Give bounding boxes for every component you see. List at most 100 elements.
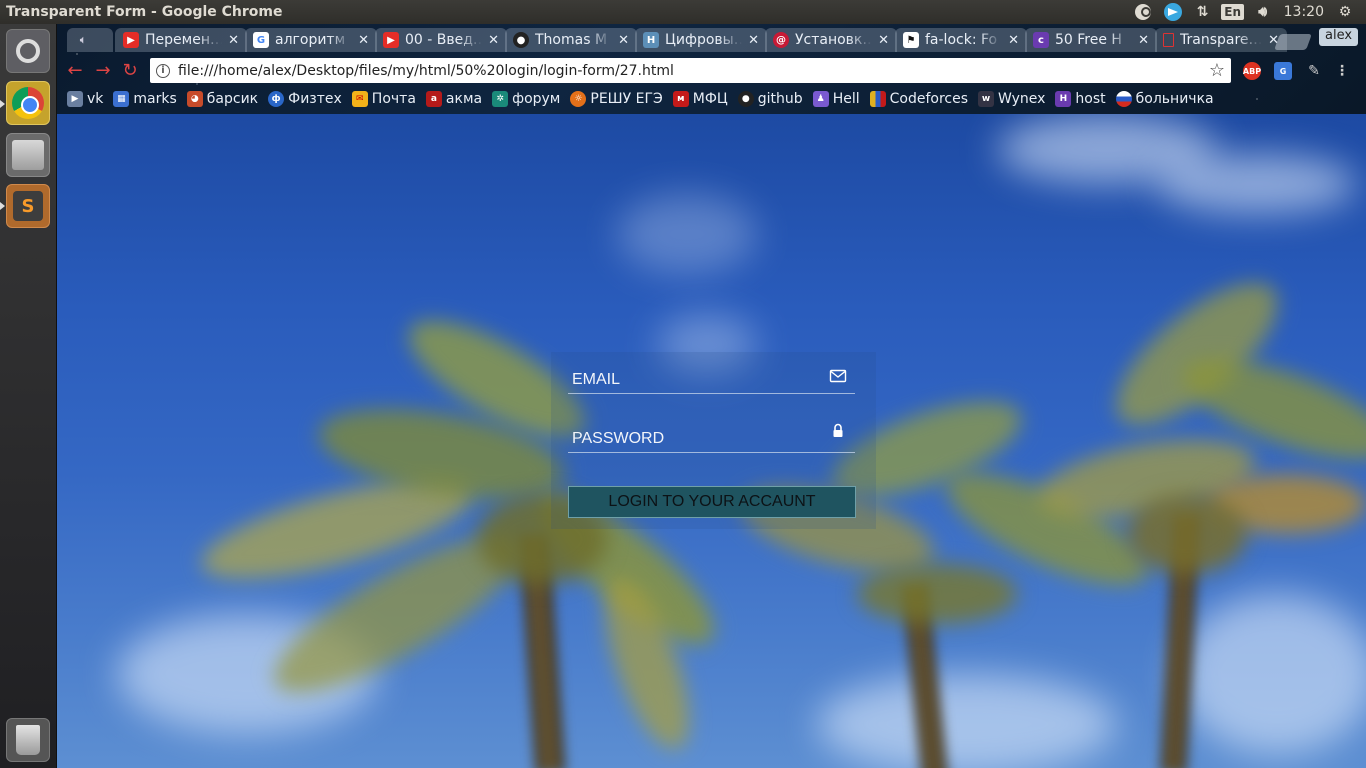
telegram-icon[interactable] — [1163, 3, 1182, 21]
close-icon[interactable]: ✕ — [228, 33, 239, 48]
running-indicator — [0, 100, 5, 108]
bookmarks-bar: ▶ vk ▦ marks ◕ барсик ф Физтех ✉ Почта a акма … — [57, 86, 1366, 112]
speaker-icon: 🔈︎ — [80, 34, 86, 46]
email-field — [568, 360, 855, 394]
browser-frame: 🔈︎ ▶ Перемен… ✕ G алгоритм ✕ ▶ 00 - Введ… — [57, 24, 1366, 114]
mail-icon: ✉ — [351, 91, 368, 107]
person-icon: ♟ — [812, 91, 829, 107]
tab-muted[interactable]: 🔈︎ — [67, 28, 113, 52]
bookmark-codeforces[interactable]: Codeforces — [869, 91, 968, 107]
close-icon[interactable]: ✕ — [1138, 33, 1149, 48]
translate-icon[interactable]: G — [1274, 62, 1292, 80]
trash-icon[interactable] — [6, 718, 50, 762]
github-icon: ● — [513, 32, 529, 48]
launcher: S — [0, 24, 57, 768]
google-icon: G — [253, 32, 269, 48]
bookmark-akma[interactable]: a акма — [425, 91, 482, 107]
running-indicator — [0, 202, 5, 210]
tab[interactable]: ▶ Перемен… ✕ — [115, 28, 247, 52]
bookmark-forum[interactable]: ✲ форум — [492, 91, 560, 107]
login-button[interactable]: LOGIN TO YOUR ACCAUNT — [568, 486, 856, 518]
star-icon[interactable]: ☆ — [1209, 60, 1231, 81]
bookmark-github[interactable]: ● github — [737, 91, 803, 107]
wynex-icon: w — [978, 91, 994, 107]
password-field — [568, 419, 855, 453]
forward-icon[interactable]: → — [93, 60, 113, 81]
steam-icon[interactable] — [1134, 3, 1152, 21]
close-icon[interactable]: ✕ — [618, 33, 629, 48]
h-icon: H — [643, 32, 659, 48]
tab[interactable]: c 50 Free H ✕ — [1025, 28, 1157, 52]
file-icon — [1163, 33, 1174, 47]
bookmark-bolnichka[interactable]: больничка — [1115, 91, 1214, 107]
bookmark-vk[interactable]: ▶ vk — [67, 91, 103, 107]
bookmark-mfc[interactable]: м МФЦ — [672, 91, 728, 107]
adblock-plus-icon[interactable]: ABP — [1243, 62, 1261, 80]
profile-button[interactable]: alex — [1319, 28, 1359, 46]
cat-icon: ◕ — [186, 91, 203, 107]
debian-icon: @ — [773, 32, 789, 48]
envelope-icon — [829, 369, 847, 383]
github-icon: ● — [737, 91, 754, 107]
new-tab-button[interactable] — [1274, 34, 1312, 50]
keyboard-layout[interactable]: En — [1221, 3, 1245, 21]
menu-icon[interactable]: ⋮ — [1333, 62, 1351, 80]
play-icon: ▶ — [67, 91, 83, 107]
dash-icon[interactable] — [6, 29, 50, 73]
tab[interactable]: H Цифровы… ✕ — [635, 28, 767, 52]
system-tray: ⇅ En 🔊︎ 13:20 ⚙ — [1134, 3, 1366, 21]
youtube-icon: ▶ — [383, 32, 399, 48]
colorlib-icon: c — [1033, 32, 1049, 48]
bookmark-reshu-ege[interactable]: ☼ РЕШУ ЕГЭ — [570, 91, 663, 107]
codeforces-icon — [869, 91, 886, 107]
clock[interactable]: 13:20 — [1284, 4, 1324, 20]
network-icon[interactable]: ⇅ — [1194, 3, 1212, 21]
sublime-text-icon[interactable]: S — [6, 184, 50, 228]
bookmark-fiztech[interactable]: ф Физтех — [268, 91, 342, 107]
youtube-icon: ▶ — [123, 32, 139, 48]
bookmark-hell[interactable]: ♟ Hell — [812, 91, 860, 107]
close-icon[interactable]: ✕ — [1008, 33, 1019, 48]
files-icon[interactable] — [6, 133, 50, 177]
window-title: Transparent Form - Google Chrome — [6, 4, 283, 20]
tab[interactable]: @ Установк… ✕ — [765, 28, 897, 52]
tab-active[interactable]: Transpare… ✕ — [1155, 28, 1287, 52]
page-content: LOGIN TO YOUR ACCAUNT — [57, 114, 1366, 768]
tab[interactable]: ⚑ fa-lock: Fo ✕ — [895, 28, 1027, 52]
volume-icon[interactable]: 🔊︎ — [1254, 3, 1272, 21]
lock-icon — [833, 423, 843, 437]
host-icon: H — [1055, 91, 1072, 107]
info-icon[interactable]: i — [156, 63, 170, 78]
sun-icon: ☼ — [570, 91, 587, 107]
tab[interactable]: ● Thomas M ✕ — [505, 28, 637, 52]
grid-icon: ▦ — [113, 91, 130, 107]
reload-icon[interactable]: ↻ — [120, 60, 140, 81]
russia-flag-icon — [1115, 91, 1132, 107]
mipt-icon: ф — [268, 91, 285, 107]
colorpicker-icon[interactable]: ✎ — [1305, 62, 1323, 80]
close-icon[interactable]: ✕ — [748, 33, 759, 48]
flag-icon: ⚑ — [903, 32, 919, 48]
chrome-icon[interactable] — [6, 81, 50, 125]
password-input[interactable] — [568, 419, 818, 452]
tab[interactable]: G алгоритм ✕ — [245, 28, 377, 52]
email-input[interactable] — [568, 360, 818, 393]
toolbar: ← → ↻ i file:///home/alex/Desktop/files/… — [57, 56, 1366, 84]
bookmark-mail[interactable]: ✉ Почта — [351, 91, 416, 107]
back-icon[interactable]: ← — [65, 60, 85, 81]
close-icon[interactable]: ✕ — [358, 33, 369, 48]
bookmark-wynex[interactable]: w Wynex — [978, 91, 1045, 107]
bookmark-barsik[interactable]: ◕ барсик — [186, 91, 258, 107]
tab-strip: 🔈︎ ▶ Перемен… ✕ G алгоритм ✕ ▶ 00 - Введ… — [57, 26, 1366, 52]
login-form: LOGIN TO YOUR ACCAUNT — [551, 352, 876, 529]
tab[interactable]: ▶ 00 - Введ… ✕ — [375, 28, 507, 52]
forum-icon: ✲ — [492, 91, 509, 107]
close-icon[interactable]: ✕ — [488, 33, 499, 48]
url-text[interactable]: file:///home/alex/Desktop/files/my/html/… — [178, 63, 1201, 79]
address-bar[interactable]: i file:///home/alex/Desktop/files/my/htm… — [150, 58, 1231, 83]
akma-icon: a — [425, 91, 442, 107]
bookmark-host[interactable]: Hhost — [1055, 91, 1106, 107]
bookmark-marks[interactable]: ▦ marks — [113, 91, 177, 107]
gear-icon[interactable]: ⚙ — [1336, 3, 1354, 21]
close-icon[interactable]: ✕ — [878, 33, 889, 48]
